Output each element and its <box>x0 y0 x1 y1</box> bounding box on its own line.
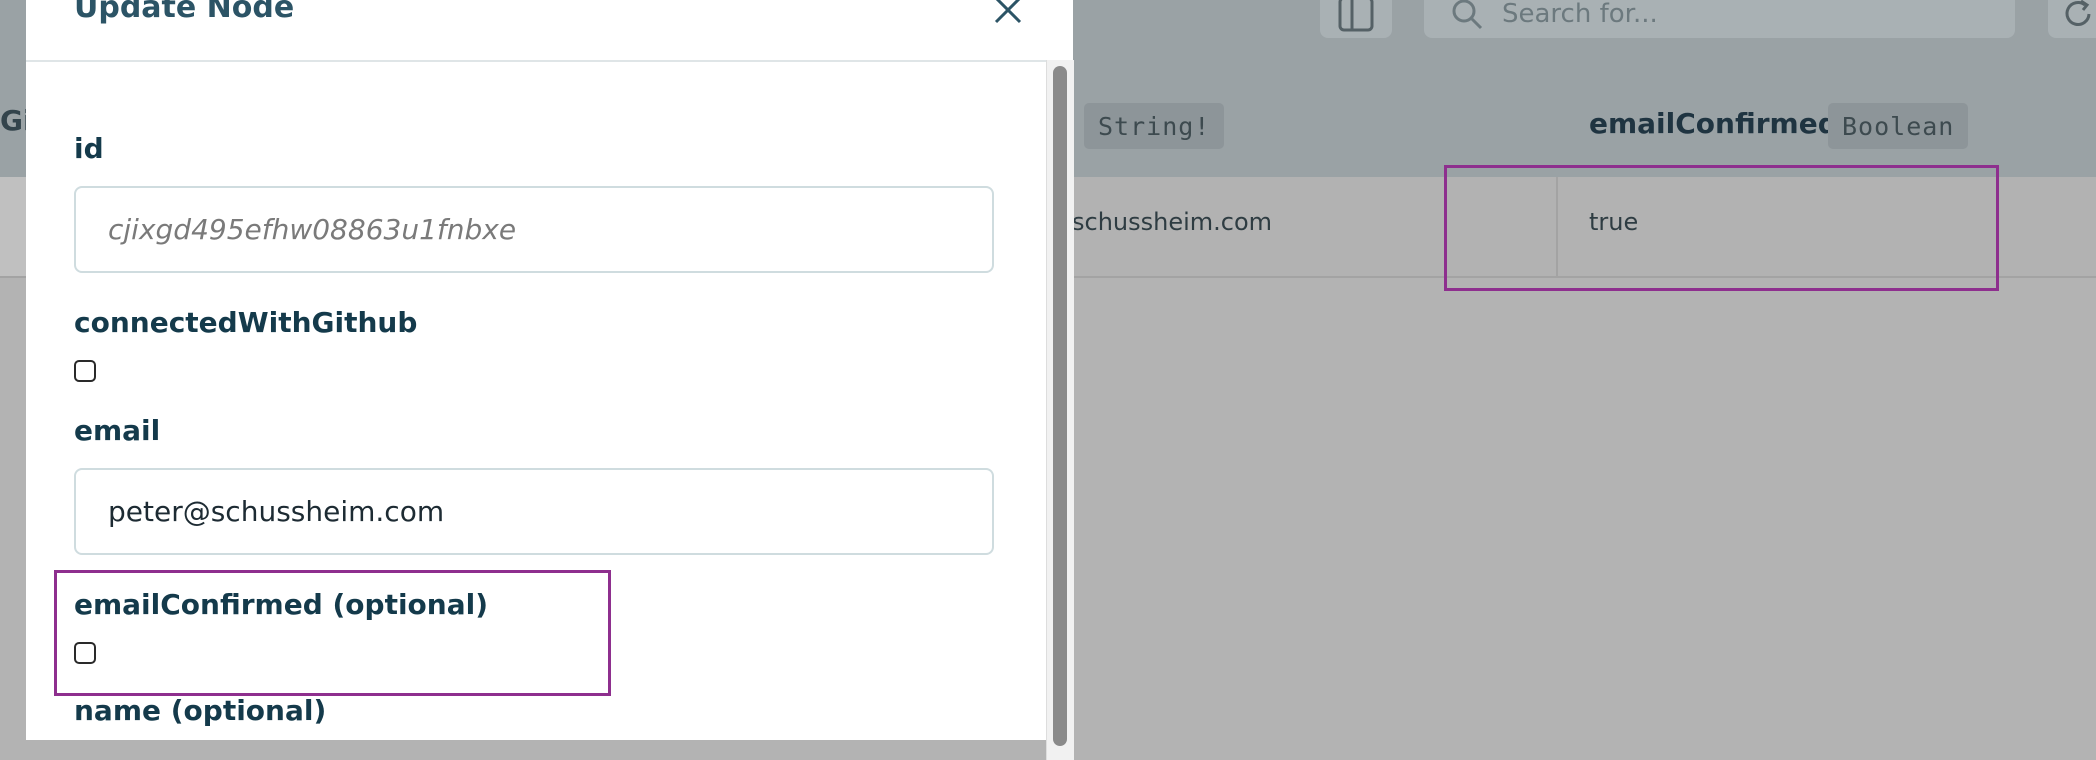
connected-with-github-checkbox[interactable] <box>74 360 96 382</box>
field-label-name: name (optional) <box>74 694 327 727</box>
refresh-icon <box>2065 0 2091 26</box>
search-input[interactable]: Search for... <box>1424 0 2015 38</box>
email-field[interactable] <box>74 468 994 555</box>
column-header-email-confirmed[interactable]: emailConfirmed <box>1589 107 1838 140</box>
field-label-id: id <box>74 132 104 165</box>
refresh-button[interactable] <box>2048 0 2096 38</box>
close-icon[interactable] <box>990 0 1026 28</box>
column-type-badge: String! <box>1084 103 1225 149</box>
highlight-table-cell <box>1444 165 1999 291</box>
column-type-badge-boolean: Boolean <box>1828 103 1969 149</box>
highlight-form-field <box>54 570 611 696</box>
layout-toggle-button[interactable] <box>1320 0 1392 38</box>
modal-header: Update Node <box>26 0 1073 62</box>
search-placeholder: Search for... <box>1502 0 1658 29</box>
table-row-edge <box>0 177 26 276</box>
search-icon <box>1452 0 1483 30</box>
layout-icon <box>1338 0 1374 32</box>
field-label-email: email <box>74 414 161 447</box>
id-field[interactable] <box>74 186 994 273</box>
cell-email[interactable]: schussheim.com <box>1072 208 1272 236</box>
modal-title: Update Node <box>74 0 295 25</box>
field-label-connected-with-github: connectedWithGithub <box>74 306 418 339</box>
modal-scrollbar-thumb[interactable] <box>1053 66 1067 746</box>
